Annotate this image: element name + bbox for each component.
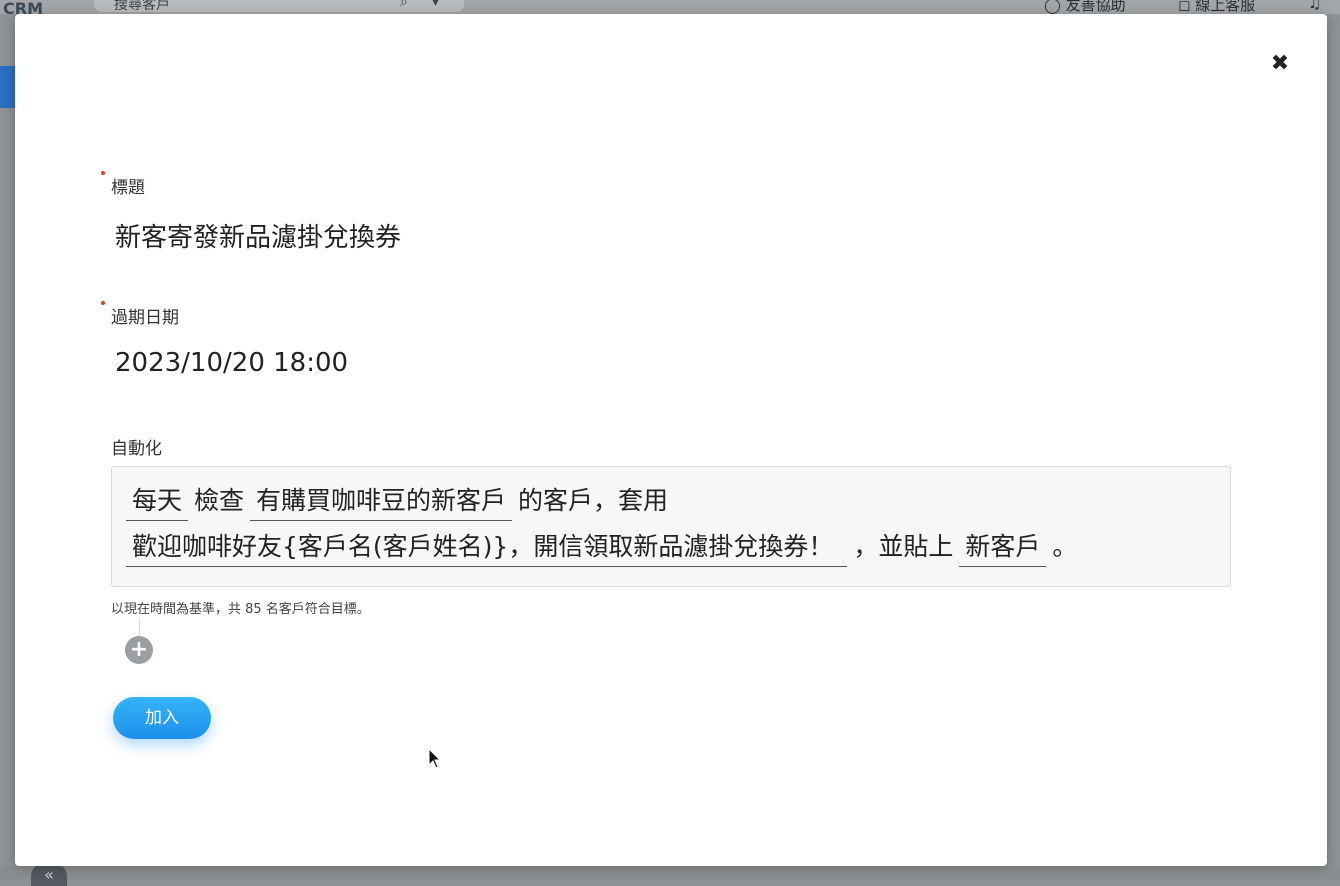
background-bottom [0, 866, 1340, 880]
background-search-bar: 搜尋客戶 ⌕ ▾ [94, 0, 464, 12]
required-indicator [101, 301, 105, 305]
title-label: 標題 [111, 178, 145, 198]
support-link: ◻ 線上客服 [1178, 0, 1255, 15]
automation-line-1: 每天 檢查 有購買咖啡豆的新客戶 的客戶，套用 [126, 481, 674, 521]
mouse-cursor-icon [428, 748, 442, 769]
frequency-selector[interactable]: 每天 [126, 481, 189, 521]
expiry-label: 過期日期 [111, 308, 179, 328]
automation-suffix: 的客戶，套用 [518, 486, 669, 515]
segment-selector[interactable]: 有購買咖啡豆的新客戶 [250, 481, 513, 521]
help-link: ◯ 友善協助 [1044, 0, 1126, 15]
background-search-placeholder: 搜尋客戶 [114, 0, 170, 12]
automation-line-2: 歡迎咖啡好友{客戶名(客戶姓名)}，開信領取新品濾掛兌換券！ ，並貼上 新客戶 … [126, 527, 1083, 567]
bell-icon: ♫ [1308, 0, 1322, 12]
template-selector[interactable]: 歡迎咖啡好友{客戶名(客戶姓名)}，開信領取新品濾掛兌換券！ [126, 527, 848, 567]
plus-circle-icon[interactable]: + [125, 636, 153, 664]
tag-selector[interactable]: 新客戶 [959, 527, 1047, 567]
automation-connector: ，並貼上 [853, 532, 954, 561]
title-value[interactable]: 新客寄發新品濾掛兌換券 [115, 217, 401, 254]
double-chevron-left-icon: « [31, 864, 67, 886]
expiry-value[interactable]: 2023/10/20 18:00 [115, 348, 348, 378]
automation-label: 自動化 [111, 439, 162, 459]
add-button[interactable]: 加入 [113, 697, 211, 739]
search-icon: ⌕ [400, 0, 408, 10]
close-icon[interactable]: ✖ [1270, 52, 1290, 76]
background-sidebar-active-item [0, 66, 15, 108]
automation-rule-box: 每天 檢查 有購買咖啡豆的新客戶 的客戶，套用 歡迎咖啡好友{客戶名(客戶姓名)… [111, 466, 1231, 587]
campaign-modal: ✖ 標題 新客寄發新品濾掛兌換券 過期日期 2023/10/20 18:00 自… [15, 14, 1327, 866]
automation-end: 。 [1052, 532, 1078, 561]
user-circle-icon: ◯ [1044, 0, 1061, 14]
app-logo: CRM [3, 2, 43, 14]
chat-icon: ◻ [1178, 0, 1191, 14]
automation-verb: 檢查 [194, 486, 245, 515]
chevron-down-icon: ▾ [432, 0, 440, 10]
target-count-hint: 以現在時間為基準，共 85 名客戶符合目標。 [111, 602, 370, 617]
required-indicator [101, 171, 105, 175]
